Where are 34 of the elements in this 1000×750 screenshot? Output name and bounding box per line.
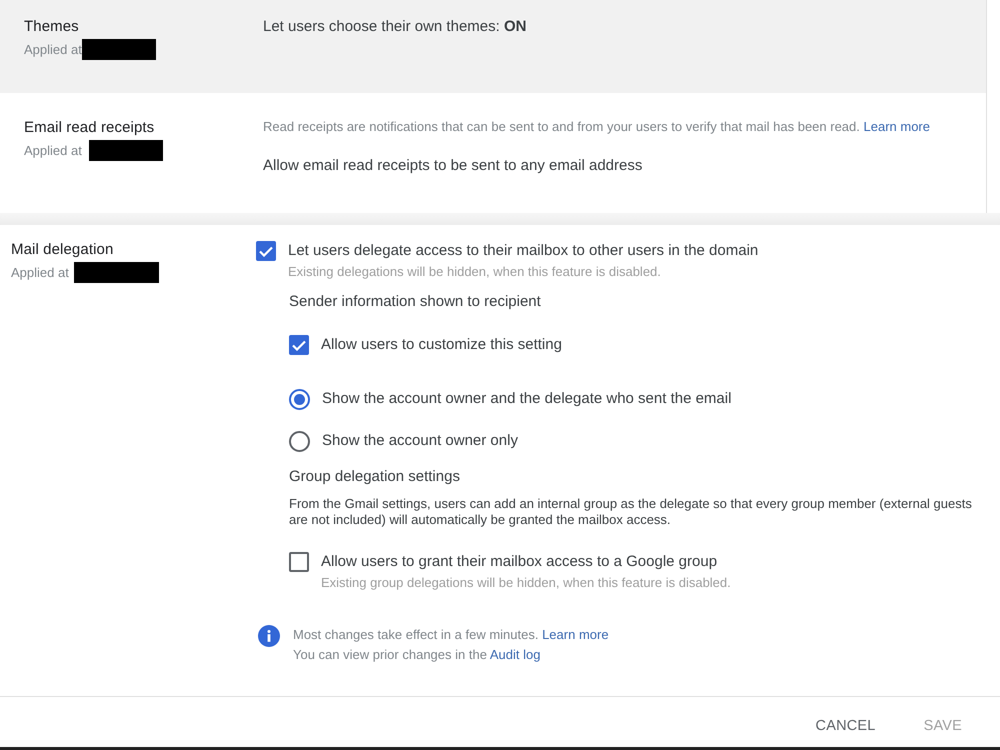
setting-title: Email read receipts bbox=[24, 118, 156, 138]
setting-title: Mail delegation bbox=[11, 240, 114, 260]
setting-value: Let users choose their own themes: ON bbox=[263, 17, 528, 37]
cancel-button[interactable]: CANCEL bbox=[800, 710, 892, 742]
option-label: Allow users to customize this setting bbox=[321, 335, 562, 355]
audit-log-link[interactable]: Audit log bbox=[490, 647, 540, 662]
checkmark-icon bbox=[259, 246, 273, 256]
option-label: Show the account owner only bbox=[322, 431, 518, 451]
radio-button[interactable] bbox=[289, 430, 310, 452]
setting-row[interactable]: Themes Applied at Let users choose their own themes: ON bbox=[0, 0, 986, 93]
info-icon bbox=[258, 625, 280, 647]
option-label: Allow users to grant their mailbox access to a Google group bbox=[321, 552, 718, 572]
setting-value: Allow email read receipts to be sent to any email address bbox=[263, 156, 644, 176]
checkmark-icon bbox=[292, 340, 306, 350]
info-text: You can view prior changes in the Audit log bbox=[293, 646, 542, 664]
info-text: Most changes take effect in a few minutes. Learn more bbox=[293, 626, 609, 644]
learn-more-link[interactable]: Learn more bbox=[864, 119, 930, 134]
section-heading: Group delegation settings bbox=[289, 467, 461, 487]
applied-at-label: Applied at bbox=[24, 40, 82, 59]
setting-title: Themes bbox=[24, 17, 80, 37]
option-label: Let users delegate access to their mailbox to other users in the domain bbox=[288, 241, 758, 261]
option-label: Show the account owner and the delegate who sent the email bbox=[322, 389, 732, 409]
applied-at-label: Applied at bbox=[11, 264, 69, 282]
checkbox[interactable] bbox=[289, 335, 309, 355]
applied-at-label: Applied at bbox=[24, 142, 82, 160]
radio-button[interactable] bbox=[289, 388, 310, 410]
checkbox[interactable] bbox=[289, 552, 309, 572]
checkbox[interactable] bbox=[256, 241, 276, 261]
group-delegation-description: From the Gmail settings, users can add an internal group as the delegate so that every group member (external guests are not included) will automatically be granted the mailbox access. bbox=[289, 496, 973, 528]
option-hint: Existing group delegations will be hidden, when this feature is disabled. bbox=[321, 575, 732, 591]
learn-more-link[interactable]: Learn more bbox=[542, 627, 609, 642]
section-heading: Sender information shown to recipient bbox=[289, 292, 542, 312]
option-hint: Existing delegations will be hidden, when this feature is disabled. bbox=[288, 264, 662, 280]
setting-description: Read receipts are notifications that can be sent to and from your users to verify that mail has been read. Learn more bbox=[263, 118, 931, 136]
